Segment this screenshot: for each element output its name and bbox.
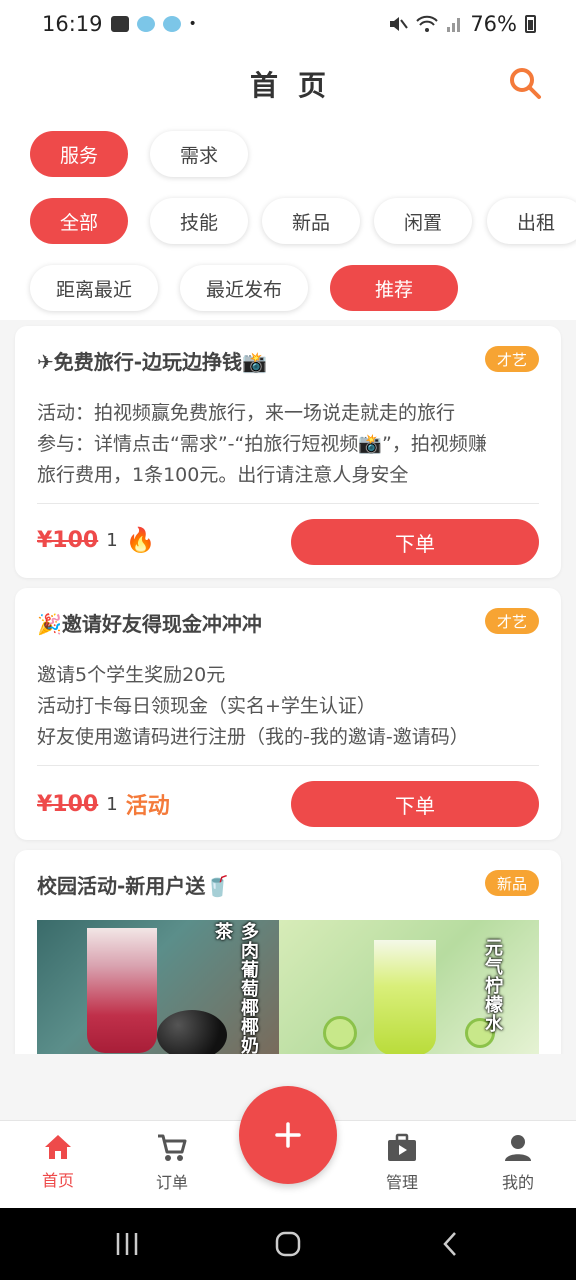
briefcase-play-icon <box>388 1133 416 1161</box>
sort-nearest[interactable]: 距离最近 <box>30 265 158 311</box>
nav-manage[interactable]: 管理 <box>362 1133 442 1193</box>
filter-panel: 服务 需求 全部 技能 新品 闲置 出租 距离最近 最近发布 推荐 <box>0 120 576 320</box>
cart-icon <box>158 1134 187 1161</box>
category-tag: 才艺 <box>484 346 539 372</box>
filter-idle[interactable]: 闲置 <box>374 198 472 244</box>
order-button[interactable]: 下单 <box>291 519 539 565</box>
description-line: 旅行费用，1条100元。出行请注意人身安全 <box>37 464 409 486</box>
home-icon <box>45 1135 71 1159</box>
banner-right-text: 元气柠檬水 <box>482 938 503 1033</box>
description-line: 好友使用邀请码进行注册（我的-我的邀请-邀请码） <box>37 726 469 748</box>
filter-skill[interactable]: 技能 <box>150 198 248 244</box>
app-header: 首页 <box>0 48 576 120</box>
back-icon[interactable] <box>440 1230 460 1258</box>
battery-percent: 76% <box>470 12 517 36</box>
price-row: ¥100 1 🔥 <box>37 526 156 554</box>
nav-home[interactable]: 首页 <box>18 1133 98 1191</box>
mute-icon <box>390 17 409 31</box>
status-bar: 16:19 • 76% <box>0 0 576 48</box>
filter-all[interactable]: 全部 <box>30 198 128 244</box>
sales-count: 1 <box>106 529 118 551</box>
card-title: ✈免费旅行-边玩边挣钱📸 <box>37 350 267 374</box>
sort-recommended[interactable]: 推荐 <box>330 265 458 311</box>
price: ¥100 <box>37 791 99 817</box>
description-line: 参与：详情点击“需求”-“拍旅行短视频📸”，拍视频赚 <box>37 433 487 455</box>
service-card[interactable]: ✈免费旅行-边玩边挣钱📸 才艺 活动：拍视频赢免费旅行，来一场说走就走的旅行 参… <box>15 326 561 578</box>
wifi-icon <box>416 15 439 32</box>
nav-orders[interactable]: 订单 <box>132 1133 212 1193</box>
signal-icon <box>447 18 461 32</box>
tab-service[interactable]: 服务 <box>30 131 128 177</box>
card-description: 邀请5个学生奖励20元 活动打卡每日领现金（实名+学生认证） 好友使用邀请码进行… <box>37 660 539 753</box>
person-icon <box>505 1135 531 1161</box>
nav-mine[interactable]: 我的 <box>478 1133 558 1193</box>
recent-apps-icon[interactable] <box>114 1230 140 1258</box>
status-time: 16:19 <box>42 12 103 36</box>
description-line: 活动打卡每日领现金（实名+学生认证） <box>37 695 376 717</box>
page-title: 首页 <box>249 69 346 102</box>
price: ¥100 <box>37 527 99 553</box>
service-feed: ✈免费旅行-边玩边挣钱📸 才艺 活动：拍视频赢免费旅行，来一场说走就走的旅行 参… <box>0 320 576 1054</box>
home-button-icon[interactable] <box>274 1230 302 1258</box>
divider <box>37 765 539 766</box>
order-button[interactable]: 下单 <box>291 781 539 827</box>
banner-image-lemon-water: 元气柠檬水 <box>279 920 539 1054</box>
service-card[interactable]: 校园活动-新用户送🥤 新品 多肉葡萄椰椰奶茶 元气柠檬水 <box>15 850 561 1054</box>
promo-banner[interactable]: 多肉葡萄椰椰奶茶 元气柠檬水 <box>37 920 539 1054</box>
category-tag: 才艺 <box>484 608 539 634</box>
filter-rent[interactable]: 出租 <box>487 198 576 244</box>
card-title: 🎉邀请好友得现金冲冲冲 <box>37 612 262 636</box>
app-notification-icon <box>162 16 181 32</box>
lime-slice-image <box>323 1016 357 1050</box>
fire-icon: 🔥 <box>125 526 156 554</box>
plus-icon <box>275 1122 301 1148</box>
nav-label: 我的 <box>501 1173 534 1192</box>
description-line: 活动：拍视频赢免费旅行，来一场说走就走的旅行 <box>37 402 456 424</box>
drink-cup-image <box>374 940 436 1054</box>
nav-label: 订单 <box>155 1173 188 1192</box>
nav-label: 首页 <box>41 1171 74 1190</box>
price-row: ¥100 1 活动 <box>37 788 170 820</box>
filter-new[interactable]: 新品 <box>262 198 360 244</box>
drink-cup-image <box>87 928 157 1053</box>
card-description: 活动：拍视频赢免费旅行，来一场说走就走的旅行 参与：详情点击“需求”-“拍旅行短… <box>37 398 539 491</box>
add-button[interactable] <box>239 1086 337 1184</box>
banner-image-grape-milk-tea: 多肉葡萄椰椰奶茶 <box>37 920 279 1054</box>
activity-badge: 活动 <box>125 794 170 819</box>
category-tag: 新品 <box>484 870 539 896</box>
sales-count: 1 <box>106 793 118 815</box>
system-nav-bar <box>0 1208 576 1280</box>
card-title: 校园活动-新用户送🥤 <box>37 874 231 898</box>
banner-left-text: 多肉葡萄椰椰奶茶 <box>212 922 259 1054</box>
battery-icon <box>525 15 536 33</box>
nav-label: 管理 <box>385 1173 418 1192</box>
status-dot: • <box>188 16 197 32</box>
app-notification-icon <box>136 16 155 32</box>
sort-latest[interactable]: 最近发布 <box>180 265 308 311</box>
gallery-icon <box>110 16 129 32</box>
search-icon[interactable] <box>508 66 542 100</box>
divider <box>37 503 539 504</box>
service-card[interactable]: 🎉邀请好友得现金冲冲冲 才艺 邀请5个学生奖励20元 活动打卡每日领现金（实名+… <box>15 588 561 840</box>
tab-demand[interactable]: 需求 <box>150 131 248 177</box>
description-line: 邀请5个学生奖励20元 <box>37 664 226 686</box>
